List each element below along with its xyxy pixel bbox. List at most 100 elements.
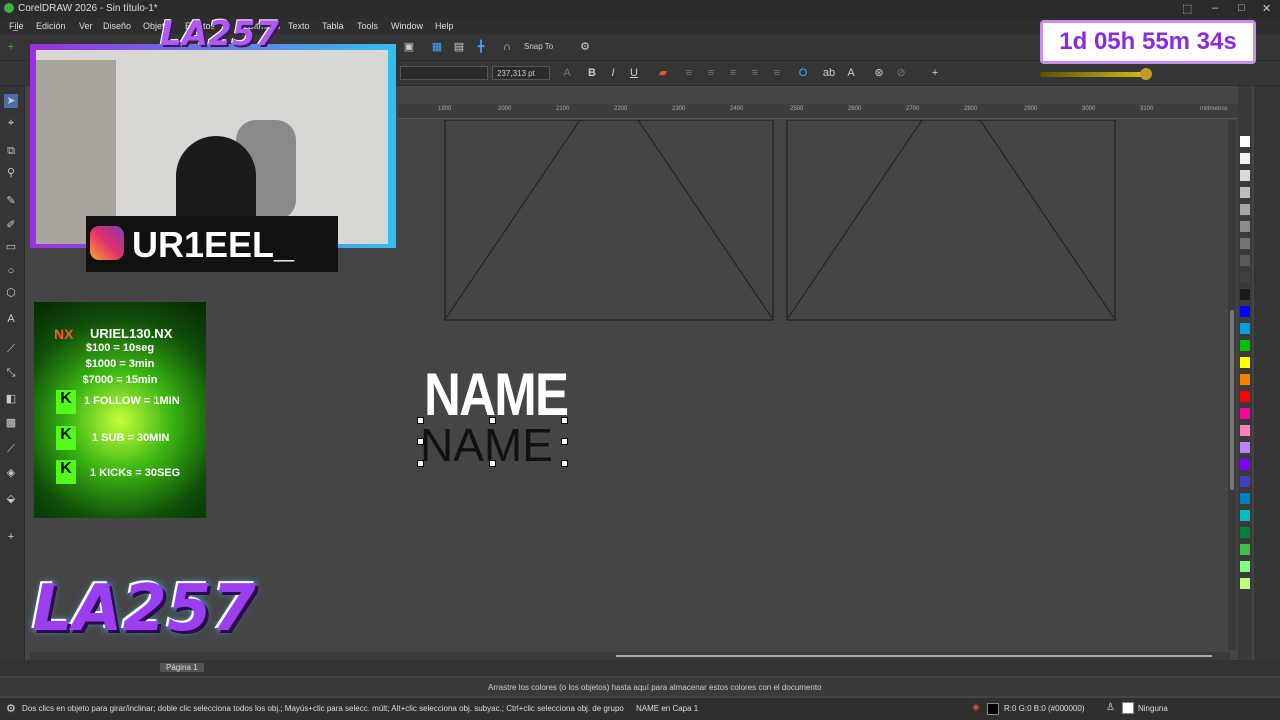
- artistic-media-icon[interactable]: ✐: [4, 218, 18, 232]
- align-left-icon[interactable]: ≡: [682, 66, 696, 80]
- palette-swatch[interactable]: [1240, 510, 1250, 521]
- drop-shadow-icon[interactable]: ◧: [4, 392, 18, 406]
- palette-swatch[interactable]: [1240, 442, 1250, 453]
- character-icon[interactable]: A: [844, 66, 858, 80]
- palette-swatch[interactable]: [1240, 238, 1250, 249]
- horizontal-scroll-thumb[interactable]: [616, 655, 1212, 657]
- snap-to-dropdown[interactable]: Snap To: [520, 40, 564, 54]
- text-frame-icon[interactable]: ab: [822, 66, 836, 80]
- vertical-scroll-thumb[interactable]: [1230, 310, 1234, 490]
- palette-swatch[interactable]: [1240, 391, 1250, 402]
- palette-swatch[interactable]: [1240, 204, 1250, 215]
- underline-button[interactable]: U: [627, 66, 641, 80]
- font-size-select[interactable]: 237,313 pt: [492, 66, 550, 80]
- palette-swatch[interactable]: [1240, 459, 1250, 470]
- menu-tools[interactable]: Tools: [357, 21, 378, 31]
- menu-view[interactable]: Ver: [79, 21, 93, 31]
- menu-text[interactable]: Texto: [288, 21, 310, 31]
- selection-handle[interactable]: [417, 460, 424, 467]
- palette-swatch[interactable]: [1240, 323, 1250, 334]
- menu-help[interactable]: Help: [435, 21, 454, 31]
- palette-swatch[interactable]: [1240, 170, 1250, 181]
- palette-swatch[interactable]: [1240, 272, 1250, 283]
- font-list-icon[interactable]: A: [560, 66, 574, 80]
- bold-button[interactable]: B: [585, 66, 599, 80]
- palette-swatch[interactable]: [1240, 136, 1250, 147]
- palette-swatch[interactable]: [1240, 255, 1250, 266]
- align-center-icon[interactable]: ≡: [704, 66, 718, 80]
- align-right-icon[interactable]: ≡: [726, 66, 740, 80]
- canvas-artwork[interactable]: [444, 120, 1118, 322]
- palette-swatch[interactable]: [1240, 221, 1250, 232]
- smart-fill-icon[interactable]: ⬙: [4, 492, 18, 506]
- new-document-icon[interactable]: +: [4, 40, 18, 54]
- eyedropper-icon[interactable]: ⟋: [4, 442, 18, 456]
- app-icon: [4, 3, 14, 13]
- page-tab[interactable]: Página 1: [160, 663, 204, 672]
- interactive-fill-icon[interactable]: ◈: [4, 466, 18, 480]
- pick-tool-icon[interactable]: ➤: [4, 94, 18, 108]
- palette-swatch[interactable]: [1240, 357, 1250, 368]
- palette-swatch[interactable]: [1240, 306, 1250, 317]
- selection-handle[interactable]: [417, 438, 424, 445]
- rectangle-tool-icon[interactable]: ▭: [4, 240, 18, 254]
- bullet-list-icon[interactable]: ≡: [770, 66, 784, 80]
- menu-design[interactable]: Diseño: [103, 21, 131, 31]
- freehand-tool-icon[interactable]: ✎: [4, 194, 18, 208]
- palette-swatch[interactable]: [1240, 187, 1250, 198]
- palette-swatch[interactable]: [1240, 527, 1250, 538]
- show-guides-icon[interactable]: ╋: [474, 40, 488, 54]
- show-grid-icon[interactable]: ▤: [452, 40, 466, 54]
- full-screen-icon[interactable]: ▣: [402, 40, 416, 54]
- selection-handle[interactable]: [489, 460, 496, 467]
- settings-gear-icon[interactable]: ⚙: [6, 702, 16, 715]
- show-rulers-icon[interactable]: ▦: [430, 40, 444, 54]
- options-gear-icon[interactable]: ⚙: [578, 40, 592, 54]
- share-icon[interactable]: ⬚: [1182, 2, 1192, 15]
- text-color-icon[interactable]: ▰: [656, 66, 670, 80]
- text-properties-icon[interactable]: ⊛: [872, 66, 886, 80]
- minimize-button[interactable]: –: [1212, 2, 1218, 14]
- outline-swatch[interactable]: [1122, 702, 1134, 714]
- palette-swatch[interactable]: [1240, 374, 1250, 385]
- add-icon[interactable]: +: [928, 66, 942, 80]
- maximize-button[interactable]: □: [1238, 2, 1245, 14]
- polygon-tool-icon[interactable]: ⬡: [4, 286, 18, 300]
- palette-swatch[interactable]: [1240, 408, 1250, 419]
- palette-swatch[interactable]: [1240, 153, 1250, 164]
- text-tool-icon[interactable]: A: [4, 312, 18, 326]
- snap-icon[interactable]: ∩: [500, 40, 514, 54]
- palette-swatch[interactable]: [1240, 340, 1250, 351]
- justify-icon[interactable]: ≡: [748, 66, 762, 80]
- selection-handle[interactable]: [561, 460, 568, 467]
- dimension-tool-icon[interactable]: ⟋: [4, 342, 18, 356]
- selection-handle[interactable]: [489, 417, 496, 424]
- selection-handle[interactable]: [561, 438, 568, 445]
- menu-edit[interactable]: Edición: [36, 21, 66, 31]
- selection-handle[interactable]: [417, 417, 424, 424]
- font-family-select[interactable]: [400, 66, 488, 80]
- variable-font-icon[interactable]: O: [796, 66, 810, 80]
- palette-swatch[interactable]: [1240, 561, 1250, 572]
- fill-swatch[interactable]: [987, 703, 999, 715]
- italic-button[interactable]: I: [606, 66, 620, 80]
- palette-swatch[interactable]: [1240, 476, 1250, 487]
- connector-tool-icon[interactable]: ⤡: [4, 366, 18, 380]
- menu-window[interactable]: Window: [391, 21, 423, 31]
- crop-tool-icon[interactable]: ⧉: [4, 144, 18, 158]
- palette-swatch[interactable]: [1240, 289, 1250, 300]
- zoom-tool-icon[interactable]: ⚲: [4, 166, 18, 180]
- menu-file[interactable]: Fi̲le: [9, 21, 24, 31]
- close-button[interactable]: ✕: [1262, 2, 1271, 15]
- palette-swatch[interactable]: [1240, 544, 1250, 555]
- shape-tool-icon[interactable]: ⌖: [4, 116, 18, 130]
- menu-table[interactable]: Tabla: [322, 21, 344, 31]
- selection-handle[interactable]: [561, 417, 568, 424]
- wrap-icon[interactable]: ⊘: [894, 66, 908, 80]
- add-tool-icon[interactable]: +: [4, 530, 18, 544]
- palette-swatch[interactable]: [1240, 425, 1250, 436]
- palette-swatch[interactable]: [1240, 578, 1250, 589]
- ellipse-tool-icon[interactable]: ○: [4, 264, 18, 278]
- transparency-icon[interactable]: ▩: [4, 416, 18, 430]
- palette-swatch[interactable]: [1240, 493, 1250, 504]
